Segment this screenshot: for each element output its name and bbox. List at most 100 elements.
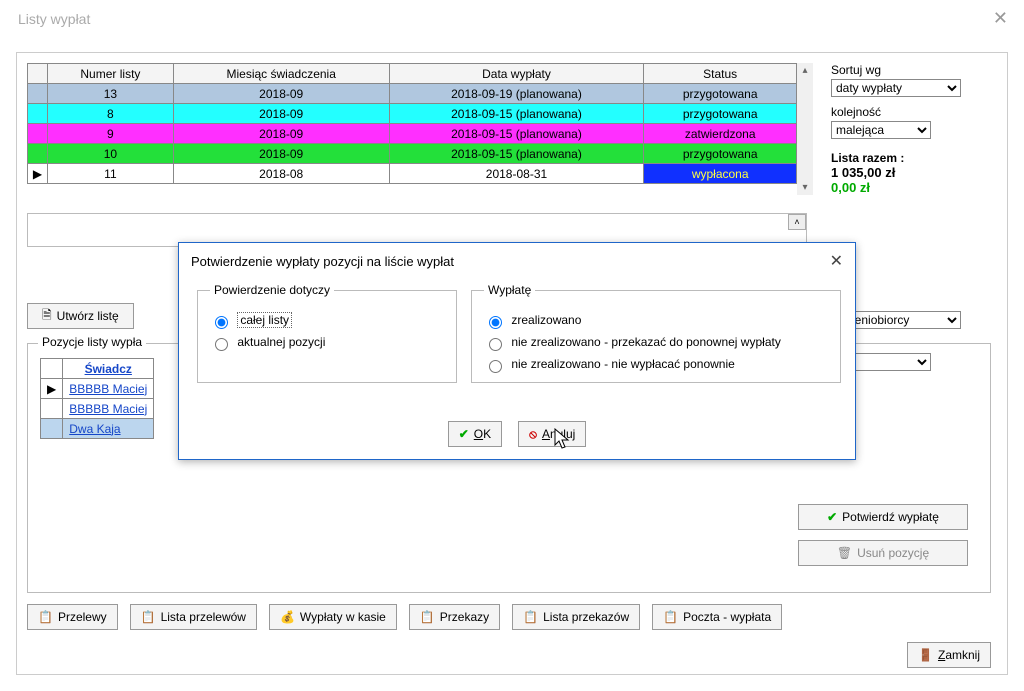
col-miesiac[interactable]: Miesiąc świadczenia: [173, 64, 389, 84]
row-marker: [28, 84, 48, 104]
create-list-label: Utwórz listę: [57, 309, 119, 323]
przelewy-label: Przelewy: [58, 610, 107, 624]
door-icon: 🚪: [918, 648, 933, 662]
zamknij-button[interactable]: 🚪 Zamknij: [907, 642, 991, 668]
radio-aktualnej-label: aktualnej pozycji: [237, 335, 325, 349]
table-row[interactable]: 10 2018-09 2018-09-15 (planowana) przygo…: [28, 144, 797, 164]
cell-status: zatwierdzona: [644, 124, 797, 144]
cell-num: 11: [48, 164, 174, 184]
lista-przelewow-button[interactable]: 📋 Lista przelewów: [130, 604, 257, 630]
pos-marker: ▶: [41, 379, 63, 399]
cell-date: 2018-09-15 (planowana): [389, 124, 644, 144]
positions-actions: ✔ Potwierdź wypłatę 🗑 Usuń pozycję: [798, 504, 968, 566]
col-data-wyplaty[interactable]: Data wypłaty: [389, 64, 644, 84]
cell-month: 2018-09: [173, 124, 389, 144]
table-row[interactable]: 8 2018-09 2018-09-15 (planowana) przygot…: [28, 104, 797, 124]
row-marker: ▶: [28, 164, 48, 184]
col-numer-listy[interactable]: Numer listy: [48, 64, 174, 84]
sort-label: Sortuj wg: [831, 63, 991, 77]
scroll-up-icon[interactable]: ▴: [797, 65, 813, 76]
dialog-titlebar: Potwierdzenie wypłaty pozycji na liście …: [179, 243, 855, 279]
positions-legend: Pozycje listy wypła: [38, 335, 146, 349]
top-table-area: Numer listy Miesiąc świadczenia Data wyp…: [27, 63, 827, 184]
delete-position-button[interactable]: 🗑 Usuń pozycję: [798, 540, 968, 566]
wyplate-legend: Wypłatę: [484, 283, 535, 297]
payouts-table: Numer listy Miesiąc świadczenia Data wyp…: [27, 63, 797, 184]
radio-niezreal-niewyplacac-label: nie zrealizowano - nie wypłacać ponownie: [511, 357, 734, 371]
radio-zrealizowano[interactable]: zrealizowano: [484, 313, 828, 329]
cash-icon: 💰: [280, 610, 295, 624]
radio-niezreal-niewyplacac-input[interactable]: [489, 360, 502, 373]
radio-niezreal-ponownie[interactable]: nie zrealizowano - przekazać do ponownej…: [484, 335, 828, 351]
lista-razem-label: Lista razem :: [831, 151, 991, 165]
radio-zrealizowano-input[interactable]: [489, 316, 502, 329]
lista-razem-amount2: 0,00 zł: [831, 180, 991, 195]
zamknij-label: Zamknij: [938, 648, 980, 662]
lista-przekazow-button[interactable]: 📋 Lista przekazów: [512, 604, 640, 630]
trash-icon: 🗑: [837, 546, 852, 560]
radio-zrealizowano-label: zrealizowano: [511, 313, 581, 327]
sort-select[interactable]: daty wypłaty: [831, 79, 961, 97]
dialog-buttons: ✔ OK ⦸ Anuluj: [179, 421, 855, 447]
radio-calej-listy-input[interactable]: [215, 316, 228, 329]
list-item[interactable]: Dwa Kaja: [41, 419, 154, 439]
pos-header-swiadcz[interactable]: Świadcz: [63, 359, 154, 379]
order-select[interactable]: malejąca: [831, 121, 931, 139]
radio-niezreal-niewyplacac[interactable]: nie zrealizowano - nie wypłacać ponownie: [484, 357, 828, 373]
check-icon: ✔: [459, 427, 469, 441]
list-item[interactable]: ▶ BBBBB Maciej: [41, 379, 154, 399]
cell-num: 10: [48, 144, 174, 164]
delete-position-label: Usuń pozycję: [857, 546, 929, 560]
cancel-button[interactable]: ⦸ Anuluj: [518, 421, 586, 447]
order-label: kolejność: [831, 105, 991, 119]
expand-up-icon[interactable]: ˄: [788, 214, 806, 230]
radio-calej-listy[interactable]: całej listy: [210, 313, 444, 329]
notebook-icon: 📋: [523, 610, 538, 624]
titlebar: Listy wypłat ✕: [0, 0, 1024, 33]
cell-date: 2018-08-31: [389, 164, 644, 184]
cell-month: 2018-09: [173, 84, 389, 104]
table-row[interactable]: 9 2018-09 2018-09-15 (planowana) zatwier…: [28, 124, 797, 144]
notebook-icon: 📋: [141, 610, 156, 624]
lista-razem-amount1: 1 035,00 zł: [831, 165, 991, 180]
cell-month: 2018-08: [173, 164, 389, 184]
radio-calej-listy-label: całej listy: [237, 312, 292, 328]
lista-przelewow-label: Lista przelewów: [161, 610, 246, 624]
cell-month: 2018-09: [173, 144, 389, 164]
dialog-close-icon[interactable]: ✕: [830, 251, 843, 271]
scroll-down-icon[interactable]: ▾: [797, 182, 813, 193]
table-row[interactable]: 13 2018-09 2018-09-19 (planowana) przygo…: [28, 84, 797, 104]
fieldset-dotyczy: Powierdzenie dotyczy całej listy aktualn…: [197, 283, 457, 383]
create-list-button[interactable]: 🗎 Utwórz listę: [27, 303, 134, 329]
list-item[interactable]: BBBBB Maciej: [41, 399, 154, 419]
fieldset-wyplate: Wypłatę zrealizowano nie zrealizowano - …: [471, 283, 841, 383]
check-icon: ✔: [827, 510, 837, 524]
ok-button[interactable]: ✔ OK: [448, 421, 502, 447]
cell-month: 2018-09: [173, 104, 389, 124]
przelewy-button[interactable]: 📋 Przelewy: [27, 604, 118, 630]
col-status[interactable]: Status: [644, 64, 797, 84]
radio-aktualnej-input[interactable]: [215, 338, 228, 351]
pos-name: BBBBB Maciej: [63, 379, 154, 399]
przekazy-button[interactable]: 📋 Przekazy: [409, 604, 500, 630]
positions-table: Świadcz ▶ BBBBB Maciej BBBBB Maciej Dwa …: [40, 358, 154, 439]
cell-date: 2018-09-19 (planowana): [389, 84, 644, 104]
pos-name: BBBBB Maciej: [63, 399, 154, 419]
pos-marker: [41, 419, 63, 439]
radio-niezreal-ponownie-input[interactable]: [489, 338, 502, 351]
confirm-payout-button[interactable]: ✔ Potwierdź wypłatę: [798, 504, 968, 530]
gutter-header: [28, 64, 48, 84]
dialog-title: Potwierdzenie wypłaty pozycji na liście …: [191, 254, 454, 269]
table-scrollbar[interactable]: ▴ ▾: [797, 63, 813, 195]
poczta-wyplata-label: Poczta - wypłata: [683, 610, 771, 624]
notebook-icon: 📋: [663, 610, 678, 624]
wyplaty-kasie-label: Wypłaty w kasie: [300, 610, 386, 624]
cancel-label: Anuluj: [542, 427, 575, 441]
poczta-wyplata-button[interactable]: 📋 Poczta - wypłata: [652, 604, 782, 630]
wyplaty-kasie-button[interactable]: 💰 Wypłaty w kasie: [269, 604, 397, 630]
cell-num: 13: [48, 84, 174, 104]
radio-aktualnej[interactable]: aktualnej pozycji: [210, 335, 444, 351]
cell-date: 2018-09-15 (planowana): [389, 144, 644, 164]
close-icon[interactable]: ✕: [993, 8, 1008, 29]
table-row[interactable]: ▶ 11 2018-08 2018-08-31 wypłacona: [28, 164, 797, 184]
